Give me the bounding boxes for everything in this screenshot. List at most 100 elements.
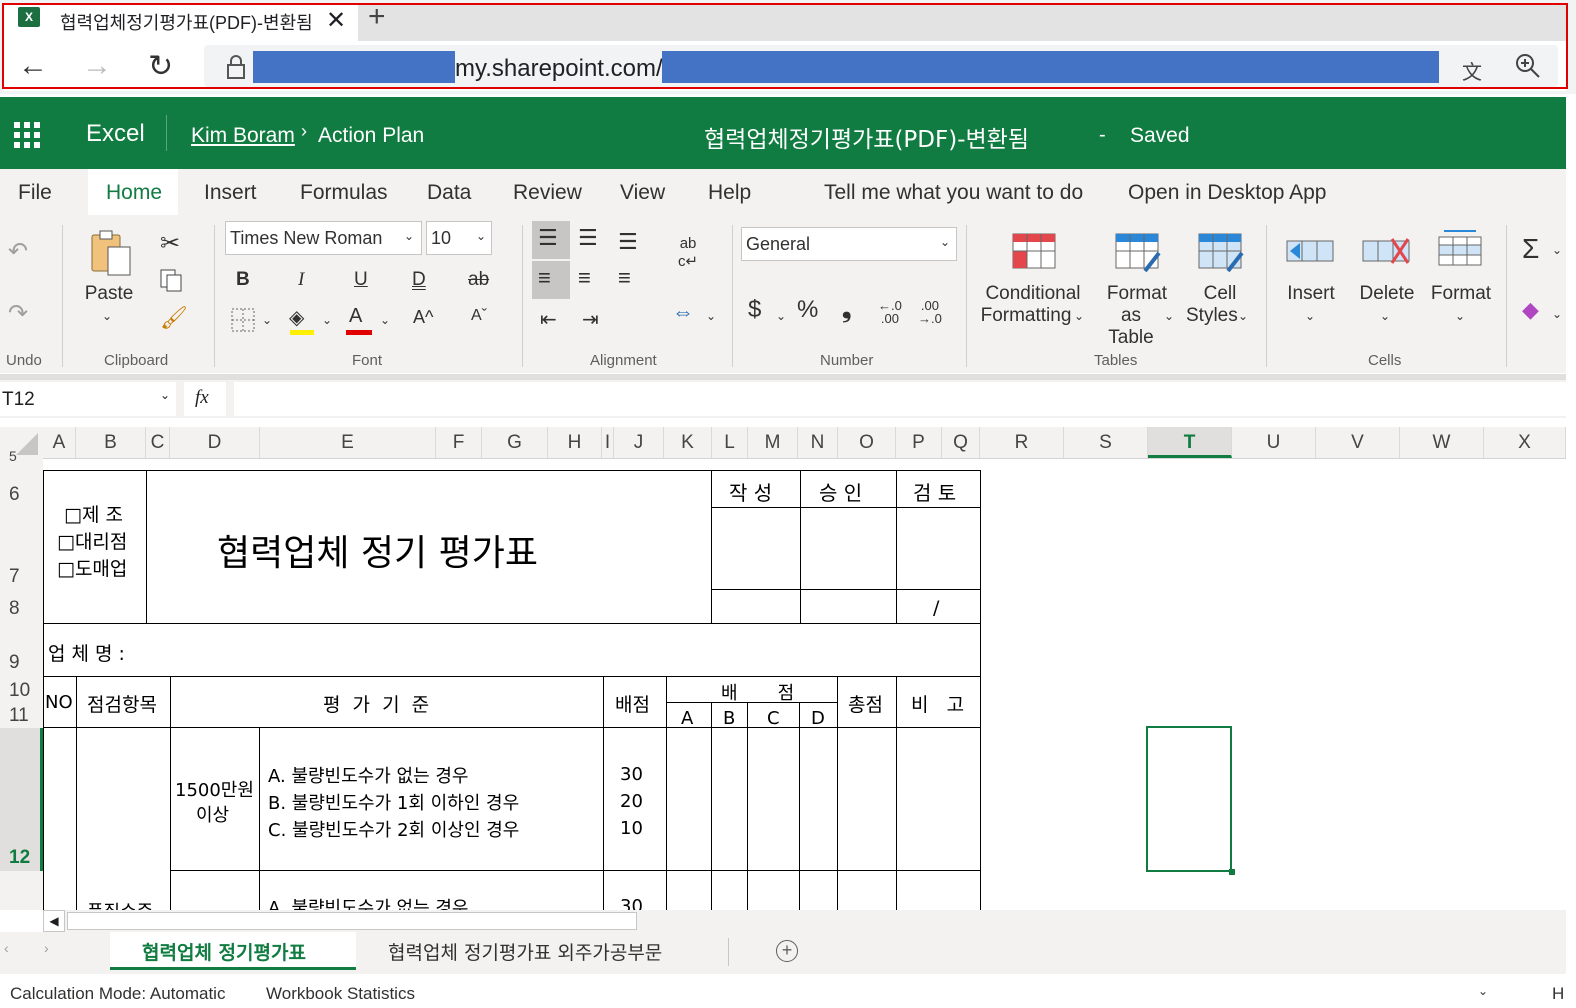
- column-header[interactable]: U: [1232, 427, 1316, 458]
- decrease-indent-icon[interactable]: ⇤: [540, 307, 557, 332]
- horizontal-scrollbar[interactable]: ◀: [43, 910, 1566, 932]
- conditional-formatting-label-1[interactable]: Conditional: [978, 283, 1088, 305]
- cell-styles-label-2[interactable]: Styles: [1186, 305, 1238, 327]
- column-header[interactable]: D: [170, 427, 260, 458]
- forward-icon[interactable]: →: [82, 49, 112, 83]
- column-header[interactable]: F: [436, 427, 482, 458]
- font-name-chevron-icon[interactable]: ⌄: [404, 229, 414, 243]
- undo-icon[interactable]: ↶: [8, 237, 28, 266]
- tab-file[interactable]: File: [18, 181, 52, 205]
- underline-button[interactable]: U: [354, 269, 368, 291]
- insert-cells-button[interactable]: Insert: [1284, 283, 1338, 305]
- column-header[interactable]: Q: [942, 427, 980, 458]
- column-header[interactable]: M: [748, 427, 798, 458]
- column-header-active[interactable]: T: [1148, 427, 1232, 458]
- font-size-chevron-icon[interactable]: ⌄: [476, 229, 486, 243]
- format-as-table-label-2[interactable]: as Table: [1096, 305, 1166, 349]
- format-chevron-icon[interactable]: ⌄: [1455, 309, 1465, 323]
- comma-button[interactable]: ❟: [842, 298, 851, 322]
- delete-cells-icon[interactable]: [1362, 233, 1410, 274]
- merge-center-icon[interactable]: ⇔: [672, 299, 694, 325]
- font-color-chevron-icon[interactable]: ⌄: [380, 313, 390, 327]
- worksheet-grid[interactable]: □제 조 □대리점 □도매업 협력업체 정기 평가표 작 성 승 인 검 토 /…: [43, 458, 1566, 910]
- row-header-active[interactable]: 12: [0, 847, 43, 869]
- currency-button[interactable]: $: [748, 298, 761, 322]
- row-header[interactable]: 8: [0, 598, 43, 620]
- insert-cells-icon[interactable]: [1286, 233, 1334, 274]
- align-top-icon[interactable]: ☰: [538, 225, 558, 251]
- breadcrumb-folder[interactable]: Action Plan: [318, 124, 424, 148]
- column-header[interactable]: W: [1400, 427, 1484, 458]
- column-header[interactable]: I: [602, 427, 614, 458]
- decrease-decimal-icon[interactable]: .00 →.0: [918, 299, 942, 325]
- align-right-icon[interactable]: ≡: [618, 265, 631, 291]
- fill-handle[interactable]: [1229, 869, 1235, 875]
- open-in-desktop-app[interactable]: Open in Desktop App: [1128, 181, 1326, 205]
- paste-chevron-icon[interactable]: ⌄: [102, 309, 112, 323]
- next-sheet-icon[interactable]: ›: [44, 940, 49, 956]
- percent-button[interactable]: %: [797, 298, 818, 322]
- column-header[interactable]: K: [664, 427, 712, 458]
- cell-styles-label-1[interactable]: Cell: [1196, 283, 1244, 305]
- tab-insert[interactable]: Insert: [204, 181, 257, 205]
- borders-icon[interactable]: [230, 307, 256, 338]
- tab-home[interactable]: Home: [106, 181, 162, 205]
- column-header[interactable]: O: [838, 427, 896, 458]
- reload-icon[interactable]: ↻: [148, 49, 173, 84]
- tell-me-search[interactable]: Tell me what you want to do: [824, 181, 1083, 205]
- app-name[interactable]: Excel: [86, 120, 145, 148]
- column-header[interactable]: J: [614, 427, 664, 458]
- clear-chevron-icon[interactable]: ⌄: [1552, 307, 1562, 321]
- format-cells-button[interactable]: Format: [1430, 283, 1492, 305]
- status-chevron-icon[interactable]: ⌄: [1478, 984, 1488, 998]
- column-header[interactable]: L: [712, 427, 748, 458]
- borders-chevron-icon[interactable]: ⌄: [262, 313, 272, 327]
- formula-input[interactable]: [234, 382, 1566, 416]
- tab-close-icon[interactable]: ✕: [326, 6, 346, 35]
- format-as-table-icon[interactable]: [1115, 233, 1161, 278]
- new-tab-icon[interactable]: +: [368, 0, 386, 34]
- row-header[interactable]: 5: [0, 448, 43, 464]
- cut-icon[interactable]: ✂: [160, 229, 180, 258]
- column-header[interactable]: N: [798, 427, 838, 458]
- number-format-chevron-icon[interactable]: ⌄: [940, 235, 950, 249]
- row-header[interactable]: 9: [0, 652, 43, 674]
- redo-icon[interactable]: ↷: [8, 299, 28, 328]
- format-as-table-label-1[interactable]: Format: [1100, 283, 1174, 305]
- column-header[interactable]: X: [1484, 427, 1566, 458]
- increase-decimal-icon[interactable]: ←.0.00: [878, 299, 902, 325]
- column-header[interactable]: G: [482, 427, 548, 458]
- active-cell-selection[interactable]: [1146, 726, 1232, 872]
- increase-font-icon[interactable]: A^: [413, 307, 433, 328]
- format-painter-icon[interactable]: 🖌: [160, 305, 188, 331]
- align-center-icon[interactable]: ≡: [578, 265, 591, 291]
- align-bottom-icon[interactable]: ☰: [618, 229, 638, 255]
- wrap-text-icon[interactable]: ab c↵: [678, 235, 698, 270]
- fill-color-chevron-icon[interactable]: ⌄: [322, 313, 332, 327]
- row-header[interactable]: 10: [0, 680, 43, 702]
- add-sheet-icon[interactable]: +: [776, 940, 798, 962]
- document-title[interactable]: 협력업체정기평가표(PDF)-변환됨: [704, 120, 1029, 154]
- font-name-dropdown[interactable]: Times New Roman: [225, 221, 422, 255]
- row-header[interactable]: 11: [0, 705, 43, 727]
- currency-chevron-icon[interactable]: ⌄: [776, 309, 786, 323]
- workbook-statistics[interactable]: Workbook Statistics: [266, 984, 415, 1004]
- fx-button[interactable]: fx: [184, 382, 226, 416]
- column-header[interactable]: R: [980, 427, 1064, 458]
- italic-button[interactable]: I: [298, 269, 304, 291]
- cell-styles-icon[interactable]: [1198, 233, 1244, 278]
- tab-view[interactable]: View: [620, 181, 665, 205]
- format-table-chevron-icon[interactable]: ⌄: [1164, 309, 1174, 323]
- insert-chevron-icon[interactable]: ⌄: [1305, 309, 1315, 323]
- delete-chevron-icon[interactable]: ⌄: [1380, 309, 1390, 323]
- autosum-icon[interactable]: Σ: [1522, 233, 1539, 265]
- breadcrumb-user[interactable]: Kim Boram: [191, 124, 295, 148]
- row-header[interactable]: 6: [0, 484, 43, 506]
- cell-styles-chevron-icon[interactable]: ⌄: [1238, 309, 1248, 323]
- row-header[interactable]: 7: [0, 566, 43, 588]
- align-left-icon[interactable]: ≡: [538, 265, 551, 291]
- merge-chevron-icon[interactable]: ⌄: [706, 309, 716, 323]
- tab-help[interactable]: Help: [708, 181, 751, 205]
- conditional-formatting-label-2[interactable]: Formatting: [978, 305, 1074, 327]
- fill-color-icon[interactable]: ◈: [289, 305, 304, 330]
